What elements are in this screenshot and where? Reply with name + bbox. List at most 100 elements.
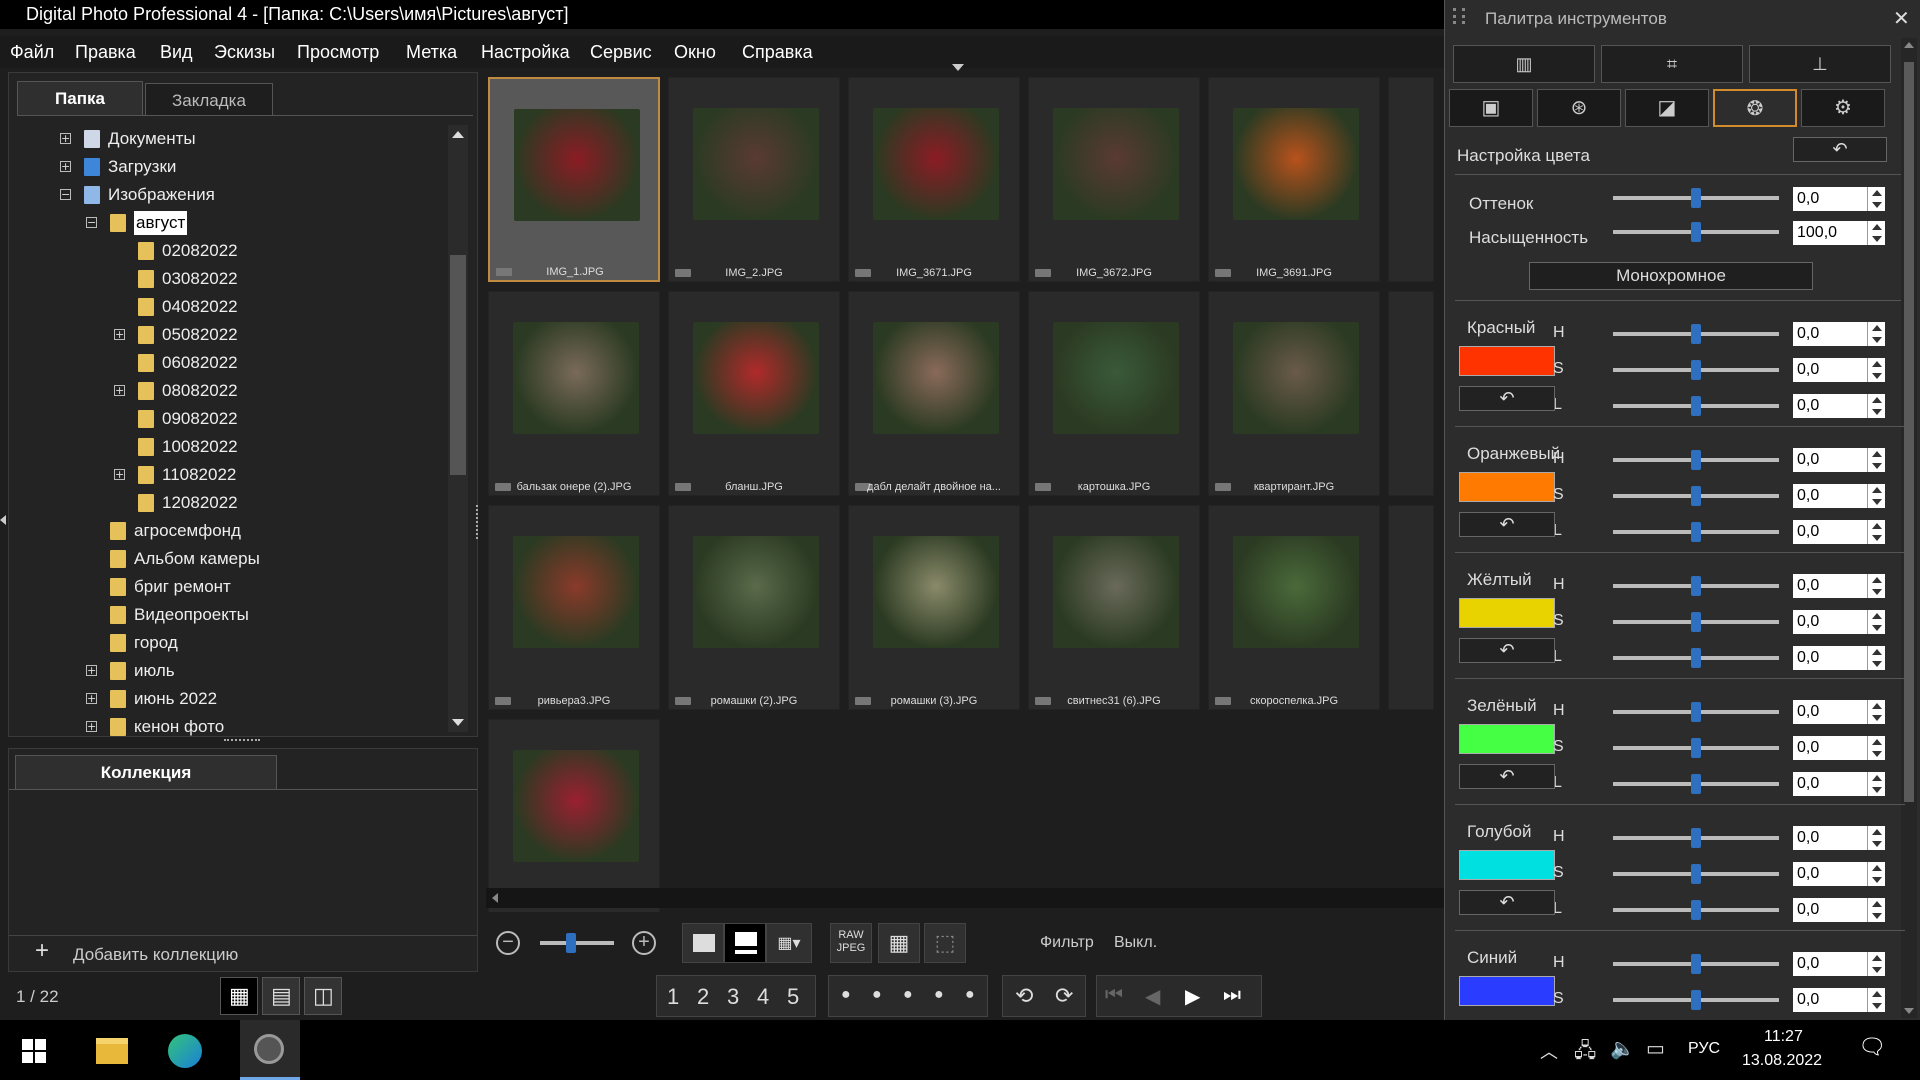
- language-indicator[interactable]: РУС: [1688, 1040, 1720, 1058]
- thumbnail-image[interactable]: [693, 322, 819, 434]
- tree-expander-1[interactable]: +: [60, 161, 71, 172]
- thumbnail-cell[interactable]: ромашки (2).JPG: [668, 505, 840, 710]
- slider-knob[interactable]: [1691, 828, 1701, 848]
- tree-item-label[interactable]: 04082022: [162, 295, 238, 319]
- reset-color-button[interactable]: ↶: [1793, 137, 1887, 162]
- color-s-input[interactable]: 0,0: [1793, 610, 1867, 634]
- add-collection-icon[interactable]: +: [35, 937, 49, 965]
- color-s-spinner[interactable]: [1867, 736, 1885, 760]
- palette-tab-color[interactable]: ❂: [1713, 89, 1797, 127]
- dot-2[interactable]: ●: [872, 986, 882, 1004]
- color-l-spinner[interactable]: [1867, 520, 1885, 544]
- thumbnail-cell[interactable]: ромашки (3).JPG: [848, 505, 1020, 710]
- slider-knob[interactable]: [1691, 324, 1701, 344]
- tree-item-label[interactable]: бриг ремонт: [134, 575, 231, 599]
- tree-item-label[interactable]: 02082022: [162, 239, 238, 263]
- saturation-knob[interactable]: [1691, 222, 1701, 242]
- thumbnail-image[interactable]: [513, 750, 639, 862]
- color-reset-button[interactable]: ↶: [1459, 764, 1555, 789]
- palette-scrollbar[interactable]: [1901, 38, 1917, 1018]
- color-h-input[interactable]: 0,0: [1793, 952, 1867, 976]
- palette-tab-detail[interactable]: ⊛: [1537, 89, 1621, 127]
- file-explorer-icon[interactable]: [96, 1038, 128, 1064]
- rotate-right-icon[interactable]: ⟳: [1055, 983, 1073, 1009]
- color-h-slider[interactable]: [1613, 954, 1779, 974]
- tree-item-label[interactable]: 09082022: [162, 407, 238, 431]
- menu-preview[interactable]: Просмотр: [297, 42, 379, 63]
- slider-knob[interactable]: [1691, 900, 1701, 920]
- tree-item-label[interactable]: август: [134, 211, 188, 235]
- first-image-icon[interactable]: ⏮: [1105, 984, 1123, 1007]
- color-l-input[interactable]: 0,0: [1793, 898, 1867, 922]
- color-l-input[interactable]: 0,0: [1793, 646, 1867, 670]
- slider-knob[interactable]: [1691, 954, 1701, 974]
- thumbnail-image[interactable]: [873, 322, 999, 434]
- thumbnail-image[interactable]: [513, 536, 639, 648]
- tab-collection[interactable]: Коллекция: [15, 755, 277, 789]
- tree-item-label[interactable]: 11082022: [162, 463, 236, 487]
- saturation-spinner[interactable]: [1867, 221, 1885, 245]
- menu-settings[interactable]: Настройка: [481, 42, 570, 63]
- color-h-slider[interactable]: [1613, 828, 1779, 848]
- thumbnail-cell[interactable]: дабл делайт двойное на...: [848, 291, 1020, 496]
- slider-knob[interactable]: [1691, 486, 1701, 506]
- color-s-spinner[interactable]: [1867, 610, 1885, 634]
- color-l-spinner[interactable]: [1867, 772, 1885, 796]
- rating-5-button[interactable]: 5: [787, 984, 799, 1010]
- thumbnail-cell[interactable]: IMG_2.JPG: [668, 77, 840, 282]
- color-s-slider[interactable]: [1613, 864, 1779, 884]
- color-l-input[interactable]: 0,0: [1793, 520, 1867, 544]
- color-s-input[interactable]: 0,0: [1793, 736, 1867, 760]
- menu-tools[interactable]: Сервис: [590, 42, 652, 63]
- clock-time[interactable]: 11:27: [1764, 1028, 1803, 1046]
- slider-knob[interactable]: [1691, 702, 1701, 722]
- saturation-input[interactable]: 100,0: [1793, 221, 1867, 245]
- tree-item-label[interactable]: 10082022: [162, 435, 238, 459]
- scroll-left-icon[interactable]: [492, 893, 498, 903]
- thumbnail-image[interactable]: [513, 322, 639, 434]
- thumbnail-image[interactable]: [1233, 322, 1359, 434]
- color-h-input[interactable]: 0,0: [1793, 826, 1867, 850]
- thumbnail-cell-partial[interactable]: [1388, 291, 1434, 496]
- thumbnail-image[interactable]: [693, 536, 819, 648]
- color-h-spinner[interactable]: [1867, 322, 1885, 346]
- tree-item-label[interactable]: 05082022: [162, 323, 238, 347]
- close-icon[interactable]: ✕: [1893, 6, 1910, 31]
- rating-4-button[interactable]: 4: [757, 984, 769, 1010]
- color-s-slider[interactable]: [1613, 990, 1779, 1010]
- rating-2-button[interactable]: 2: [697, 984, 709, 1010]
- thumbnail-image[interactable]: [1233, 536, 1359, 648]
- palette-scroll-thumb[interactable]: [1904, 62, 1914, 802]
- thumbnail-cell[interactable]: квартирант.JPG: [1208, 291, 1380, 496]
- tree-item-label[interactable]: Загрузки: [108, 155, 176, 179]
- thumbnail-image[interactable]: [1053, 322, 1179, 434]
- menu-mark[interactable]: Метка: [406, 42, 457, 63]
- tree-expander-12[interactable]: +: [114, 469, 125, 480]
- grid-view-button[interactable]: ▦: [878, 923, 920, 963]
- thumbnail-cell[interactable]: картошка.JPG: [1028, 291, 1200, 496]
- color-l-spinner[interactable]: [1867, 898, 1885, 922]
- menu-edit[interactable]: Правка: [75, 42, 136, 63]
- tree-item-label[interactable]: Документы: [108, 127, 196, 151]
- tab-bookmark[interactable]: Закладка: [145, 83, 273, 115]
- tree-item-label[interactable]: кенон фото: [134, 715, 224, 739]
- color-h-spinner[interactable]: [1867, 826, 1885, 850]
- tree-scroll-thumb[interactable]: [450, 255, 466, 475]
- tree-expander-2[interactable]: −: [60, 189, 71, 200]
- color-l-slider[interactable]: [1613, 648, 1779, 668]
- hue-spinner[interactable]: [1867, 187, 1885, 211]
- zoom-in-icon[interactable]: +: [632, 931, 656, 955]
- thumbnail-image[interactable]: [693, 108, 819, 220]
- palette-tab-crop[interactable]: ⌗: [1601, 45, 1743, 83]
- palette-scroll-down-icon[interactable]: [1904, 1008, 1914, 1014]
- thumbnail-image[interactable]: [514, 109, 640, 221]
- thumb-view-small-button[interactable]: ▦: [220, 977, 258, 1015]
- panel-resize-handle[interactable]: [224, 739, 260, 744]
- thumbnail-cell[interactable]: ривьера3.JPG: [488, 505, 660, 710]
- color-h-input[interactable]: 0,0: [1793, 322, 1867, 346]
- splitter-grip[interactable]: [476, 505, 481, 539]
- color-s-input[interactable]: 0,0: [1793, 862, 1867, 886]
- color-s-input[interactable]: 0,0: [1793, 988, 1867, 1012]
- color-h-input[interactable]: 0,0: [1793, 700, 1867, 724]
- edge-browser-icon[interactable]: [168, 1034, 202, 1068]
